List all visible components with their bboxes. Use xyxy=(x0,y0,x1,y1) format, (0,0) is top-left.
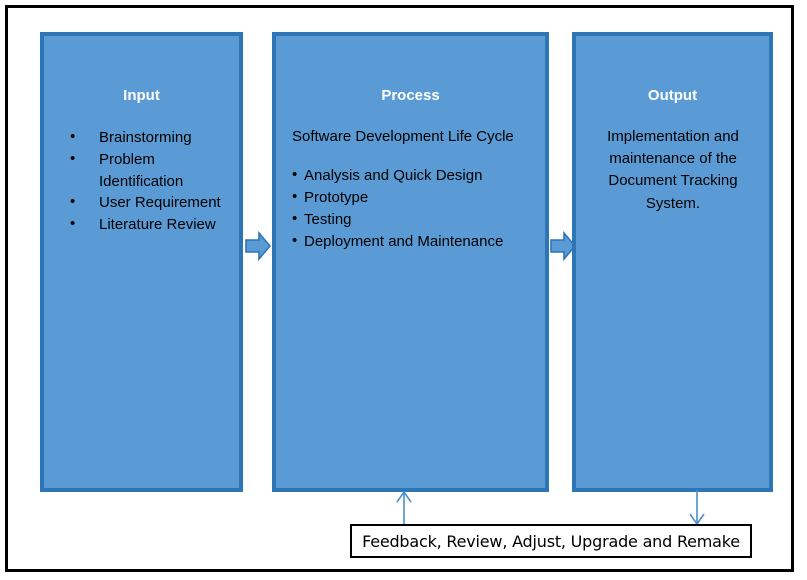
output-body-text: Implementation and maintenance of the Do… xyxy=(607,128,739,212)
process-item-list: Analysis and Quick Design Prototype Test… xyxy=(276,164,545,254)
up-arrow-icon xyxy=(393,490,415,526)
list-item: Brainstorming xyxy=(62,126,229,149)
down-arrow-icon xyxy=(686,490,708,526)
output-box-heading: Output xyxy=(647,87,698,104)
list-item: Problem Identification xyxy=(62,148,229,193)
list-item: Prototype xyxy=(292,186,537,209)
process-box[interactable]: Process Software Development Life Cycle … xyxy=(272,32,549,492)
input-box-heading: Input xyxy=(123,87,160,104)
process-intro-text: Software Development Life Cycle xyxy=(292,128,514,145)
list-item: Testing xyxy=(292,208,537,231)
process-box-heading: Process xyxy=(381,87,440,104)
list-item: User Requirement xyxy=(62,191,229,214)
list-item: Literature Review xyxy=(62,213,229,236)
diagram-canvas: Input Brainstorming Problem Identificati… xyxy=(0,0,807,580)
right-block-arrow-icon xyxy=(245,230,272,262)
list-item: Deployment and Maintenance xyxy=(292,230,537,253)
list-item: Analysis and Quick Design xyxy=(292,164,537,187)
input-item-list: Brainstorming Problem Identification Use… xyxy=(44,126,239,236)
output-box[interactable]: Output Implementation and maintenance of… xyxy=(572,32,773,492)
feedback-box[interactable]: Feedback, Review, Adjust, Upgrade and Re… xyxy=(350,524,752,558)
feedback-label: Feedback, Review, Adjust, Upgrade and Re… xyxy=(362,531,740,551)
input-box[interactable]: Input Brainstorming Problem Identificati… xyxy=(40,32,243,492)
